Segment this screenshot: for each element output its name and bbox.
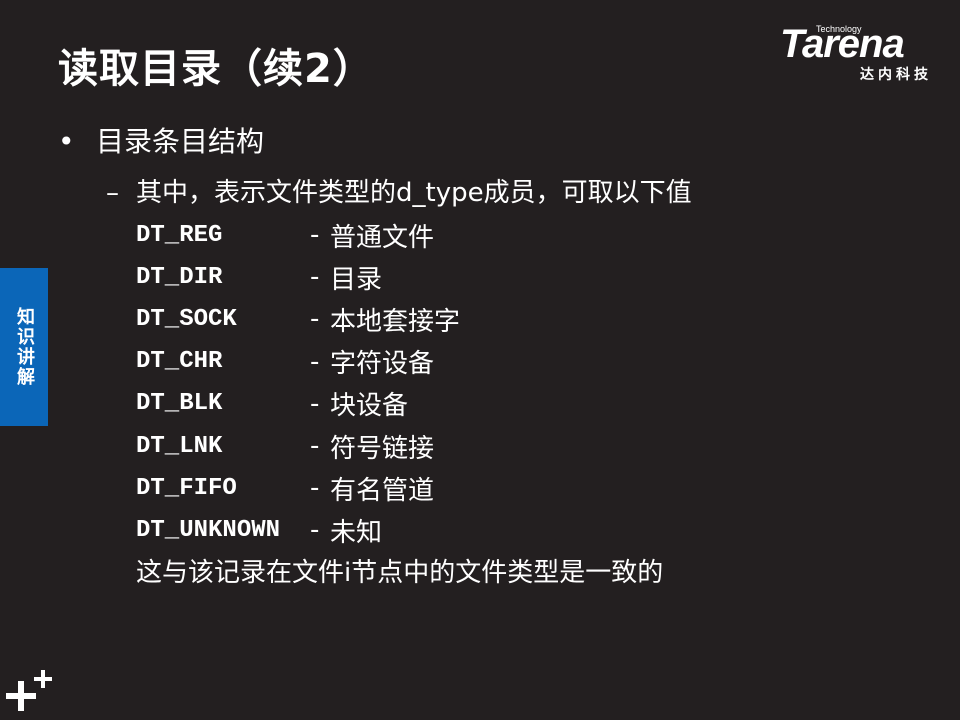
dtype-description: 块设备 [330,391,409,422]
bullet-item: • 目录条目结构 [58,120,264,160]
bullet-marker: • [58,125,75,158]
dtype-code: DT_REG [136,221,223,249]
list-item: DT_BLK - 块设备 [136,383,460,425]
list-item: DT_UNKNOWN - 未知 [136,509,460,551]
dtype-code: DT_UNKNOWN [136,516,281,544]
dtype-list: DT_REG - 普通文件 DT_DIR - 目录 DT_SOCK - 本地套接字 DT_C… [136,214,460,552]
dtype-description: 未知 [330,517,383,548]
dtype-code: DT_FIFO [136,474,237,502]
list-item: DT_REG - 普通文件 [136,214,460,256]
logo-chinese-name: 达内科技 [860,67,932,83]
logo-wordmark: Tarena [780,22,905,66]
dtype-separator: - [310,431,320,462]
slide: 读取目录（续2） Technology Tarena 达内科技 知识讲解 • 目录… [0,0,960,720]
dtype-code: DT_SOCK [136,305,237,333]
list-item: DT_DIR - 目录 [136,256,460,298]
dtype-description: 本地套接字 [330,306,461,337]
slide-title: 读取目录（续2） [58,46,374,92]
list-item: DT_CHR - 字符设备 [136,341,460,383]
dtype-separator: - [310,388,320,419]
dtype-separator: - [310,220,320,251]
dtype-separator: - [310,304,320,335]
dtype-separator: - [310,473,320,504]
dtype-description: 有名管道 [330,475,435,506]
dtype-separator: - [310,262,320,293]
dtype-separator: - [310,515,320,546]
list-item: DT_SOCK - 本地套接字 [136,298,460,340]
dtype-separator: - [310,346,320,377]
dtype-code: DT_LNK [136,432,223,460]
side-tab: 知识讲解 [0,268,48,426]
dtype-description: 目录 [330,264,383,295]
dtype-code: DT_DIR [136,263,223,291]
list-item: DT_FIFO - 有名管道 [136,467,460,509]
dtype-code: DT_CHR [136,348,223,376]
dtype-description: 符号链接 [330,433,435,464]
plus-icon [6,670,52,711]
list-item: DT_LNK - 符号链接 [136,425,460,467]
note-text: 这与该记录在文件i节点中的文件类型是一致的 [136,558,664,588]
bullet-text: 目录条目结构 [96,125,265,158]
dtype-code: DT_BLK [136,390,223,418]
sub-bullet-item: – 其中，表示文件类型的d_type成员，可取以下值 [106,172,692,209]
sub-bullet-text: 其中，表示文件类型的d_type成员，可取以下值 [136,178,692,208]
dtype-description: 普通文件 [330,222,435,253]
side-tab-label: 知识讲解 [14,307,35,387]
tarena-logo: Technology Tarena 达内科技 [780,20,950,90]
sub-bullet-marker: – [106,178,119,208]
dtype-description: 字符设备 [330,349,435,380]
